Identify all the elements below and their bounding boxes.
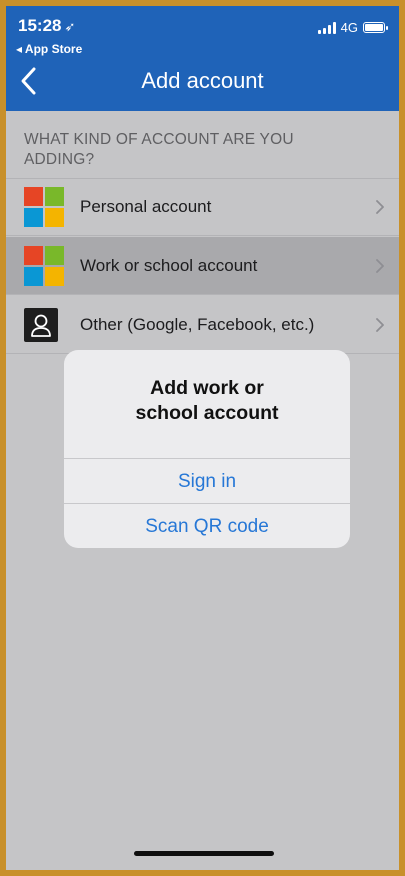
back-to-app-store-link[interactable]: ◂ App Store: [16, 42, 82, 56]
battery-icon: [363, 22, 388, 33]
account-option-label: Work or school account: [80, 255, 258, 275]
person-icon: [24, 307, 58, 342]
home-indicator[interactable]: [134, 851, 274, 856]
microsoft-logo-icon: [24, 245, 64, 286]
account-option-label: Personal account: [80, 197, 212, 216]
navigation-bar: 15:28 ➶ ◂ App Store 4G Add account: [6, 6, 399, 111]
chevron-right-icon: [376, 317, 384, 332]
account-option-personal[interactable]: Personal account: [6, 178, 399, 236]
phone-screen: 15:28 ➶ ◂ App Store 4G Add account WHAT K…: [6, 6, 399, 870]
section-header: WHAT KIND OF ACCOUNT ARE YOU ADDING?: [24, 131, 294, 168]
dialog-title: Add work or school account: [64, 376, 350, 426]
status-time: 15:28 ➶: [18, 16, 75, 36]
network-type: 4G: [340, 20, 358, 35]
sign-in-button[interactable]: Sign in: [64, 458, 350, 504]
dialog-title-line: school account: [135, 402, 279, 424]
account-option-label: Other (Google, Facebook, etc.): [80, 314, 315, 334]
account-option-other[interactable]: Other (Google, Facebook, etc.): [6, 296, 399, 354]
add-account-dialog: Add work or school account Sign in Scan …: [64, 350, 350, 548]
location-arrow-icon: ➶: [64, 19, 76, 34]
scan-qr-code-button[interactable]: Scan QR code: [64, 503, 350, 548]
chevron-right-icon: [376, 258, 384, 273]
dialog-title-line: Add work or: [150, 377, 264, 399]
signal-bars-icon: [317, 21, 336, 34]
status-indicators: 4G: [317, 20, 388, 35]
page-title: Add account: [141, 68, 264, 93]
microsoft-logo-icon: [24, 187, 64, 227]
status-time-text: 15:28: [18, 16, 62, 35]
chevron-right-icon: [376, 200, 384, 214]
account-option-work-school[interactable]: Work or school account: [6, 237, 399, 295]
